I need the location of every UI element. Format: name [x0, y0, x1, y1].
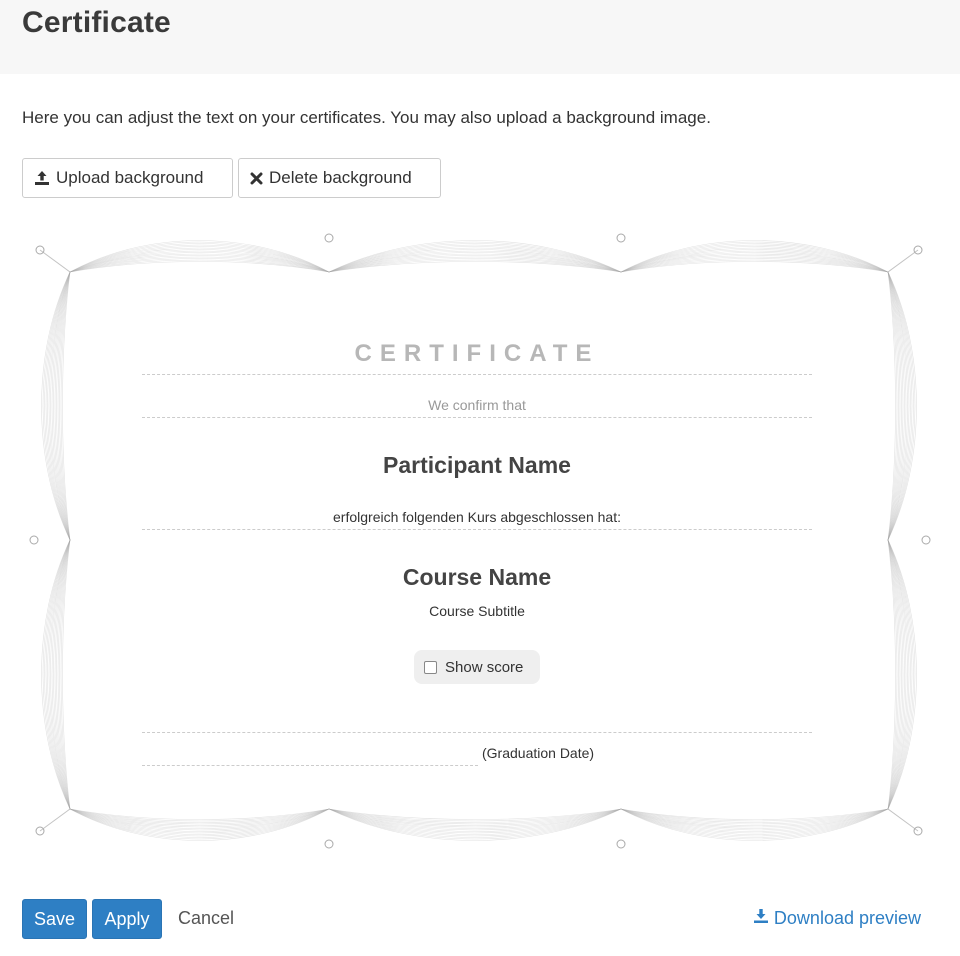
cancel-link[interactable]: Cancel: [178, 908, 234, 929]
participant-name: Participant Name: [383, 452, 571, 478]
signature-line: [142, 765, 478, 766]
certificate-title[interactable]: CERTIFICATE: [142, 340, 812, 368]
show-score-label: Show score: [445, 658, 524, 676]
show-score-checkbox[interactable]: [424, 660, 437, 674]
delete-background-button[interactable]: Delete background: [238, 158, 441, 198]
completed-text[interactable]: erfolgreich folgenden Kurs abgeschlossen…: [142, 509, 812, 525]
divider: [142, 417, 812, 418]
divider: [142, 374, 812, 375]
apply-button[interactable]: Apply: [92, 899, 162, 939]
page-header: Certificate: [0, 0, 960, 74]
divider: [142, 732, 812, 733]
upload-background-label: Upload background: [56, 168, 204, 187]
save-button[interactable]: Save: [22, 899, 87, 939]
graduation-date: (Graduation Date): [482, 745, 595, 761]
download-preview-link[interactable]: Download preview: [753, 908, 921, 929]
delete-background-label: Delete background: [269, 168, 412, 187]
times-icon: [250, 172, 263, 185]
divider: [142, 529, 812, 530]
course-name: Course Name: [402, 564, 552, 590]
certificate-content: CERTIFICATE We confirm that Participant …: [22, 224, 938, 860]
course-subtitle: Course Subtitle: [429, 603, 525, 619]
upload-background-button[interactable]: Upload background: [22, 158, 233, 198]
download-icon: [753, 908, 769, 929]
confirm-text[interactable]: We confirm that: [142, 397, 812, 413]
upload-icon: [34, 170, 50, 186]
certificate-preview: CERTIFICATE We confirm that Participant …: [22, 224, 938, 860]
intro-text: Here you can adjust the text on your cer…: [22, 108, 711, 127]
page-title: Certificate: [22, 6, 171, 39]
show-score-toggle[interactable]: Show score: [414, 650, 540, 684]
download-preview-label: Download preview: [773, 908, 921, 928]
